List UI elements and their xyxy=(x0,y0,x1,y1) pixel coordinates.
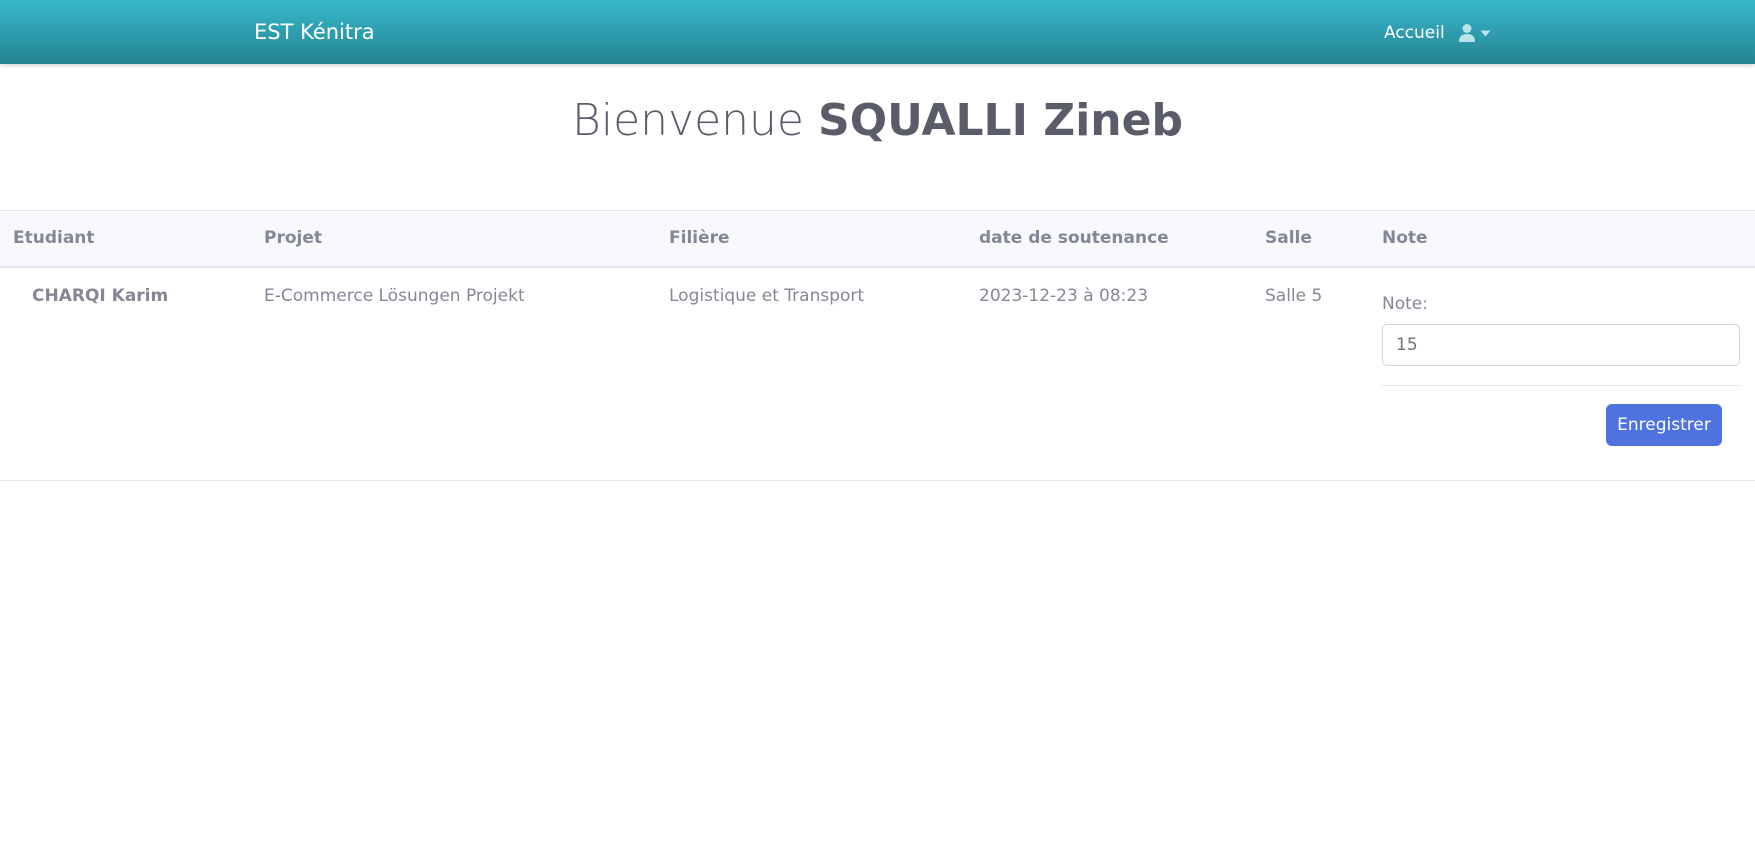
welcome-prefix: Bienvenue xyxy=(572,95,804,146)
welcome-user-name: SQUALLI Zineb xyxy=(818,95,1183,146)
top-navbar: EST Kénitra Accueil xyxy=(0,0,1755,64)
nav-home-link[interactable]: Accueil xyxy=(1384,21,1445,45)
grades-table: Etudiant Projet Filière date de soutenan… xyxy=(0,210,1755,481)
column-header-project: Projet xyxy=(264,228,323,249)
table-row: CHARQI Karim E-Commerce Lösungen Projekt… xyxy=(0,267,1755,481)
user-dropdown-toggle[interactable] xyxy=(1458,22,1491,44)
column-header-student: Etudiant xyxy=(13,228,95,249)
note-label: Note: xyxy=(1382,293,1428,314)
save-button[interactable]: Enregistrer xyxy=(1606,403,1722,446)
caret-down-icon xyxy=(1480,30,1491,36)
brand-link[interactable]: EST Kénitra xyxy=(254,18,375,46)
cell-note-form: Note: Enregistrer xyxy=(1369,267,1755,481)
column-header-field: Filière xyxy=(669,228,730,249)
note-input[interactable] xyxy=(1382,323,1740,366)
column-header-room: Salle xyxy=(1265,228,1312,249)
column-header-defense-date: date de soutenance xyxy=(979,228,1169,249)
column-header-note: Note xyxy=(1382,228,1428,249)
welcome-heading: Bienvenue SQUALLI Zineb xyxy=(0,90,1755,152)
cell-field: Logistique et Transport xyxy=(669,285,865,306)
table-header-row: Etudiant Projet Filière date de soutenan… xyxy=(0,210,1755,267)
user-icon xyxy=(1459,24,1475,42)
cell-defense-date: 2023-12-23 à 08:23 xyxy=(979,285,1149,306)
cell-student: CHARQI Karim xyxy=(32,285,169,306)
form-divider xyxy=(1382,384,1740,386)
cell-project: E-Commerce Lösungen Projekt xyxy=(264,285,525,306)
cell-room: Salle 5 xyxy=(1265,285,1323,306)
